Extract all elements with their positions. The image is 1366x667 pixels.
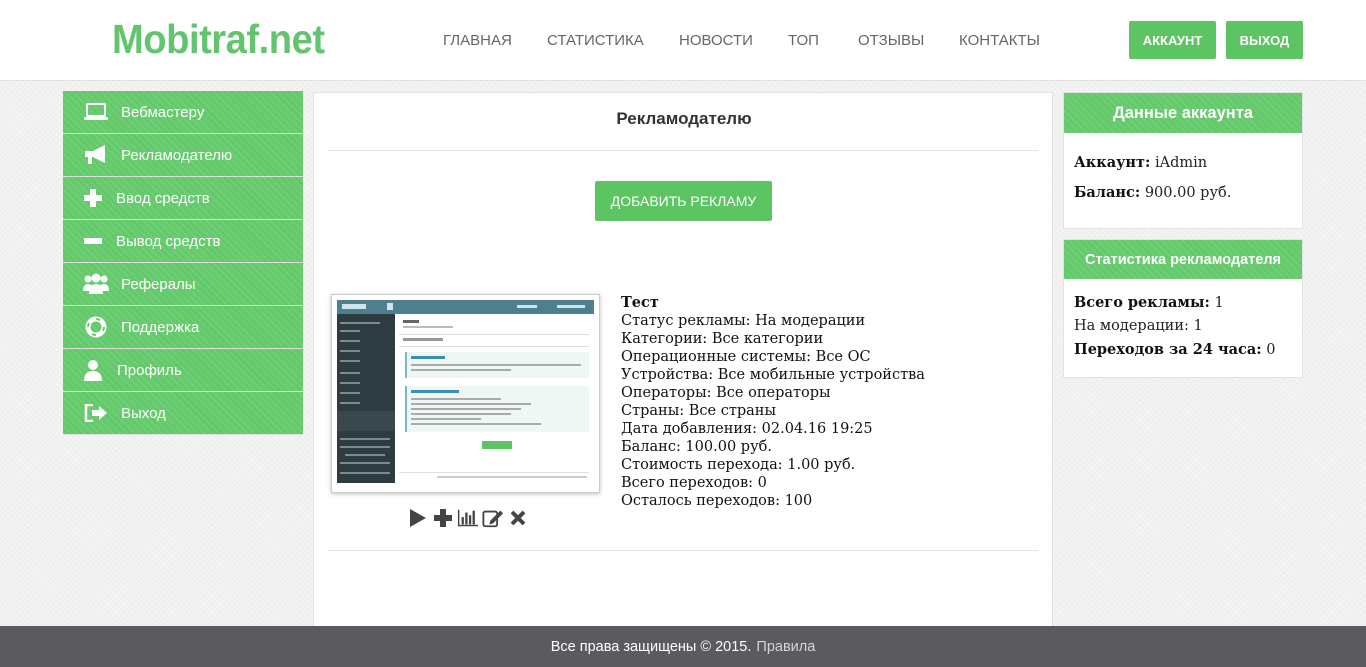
sidebar-item-label: Выход [121,404,166,422]
ad-click-cost: Стоимость перехода: 1.00 руб. [621,457,856,473]
divider [328,150,1038,151]
bar-chart-icon[interactable] [457,507,479,529]
balance-label: Баланс: [1074,184,1141,201]
plus-icon[interactable] [432,507,454,529]
sidebar-item-label: Вебмастеру [121,103,205,121]
lifebuoy-icon [81,316,111,338]
sidebar-item-webmaster[interactable]: Вебмастеру [63,91,303,133]
sidebar-item-support[interactable]: Поддержка [63,306,303,348]
ad-categories: Категории: Все категории [621,331,824,347]
nav-reviews[interactable]: ОТЗЫВЫ [858,32,924,49]
laptop-icon [81,103,111,121]
account-panel-body: Аккаунт: iAdmin Баланс: 900.00 руб. [1064,133,1302,222]
minus-icon [83,238,103,244]
sidebar-item-profile[interactable]: Профиль [63,349,303,391]
sidebar-item-deposit[interactable]: Ввод средств [63,177,303,219]
balance-value: 900.00 руб. [1144,185,1232,201]
header: Mobitraf.net ГЛАВНАЯ СТАТИСТИКА НОВОСТИ … [0,0,1366,81]
plus-icon [83,189,103,207]
clicks24-value: 0 [1266,342,1276,358]
ad-clicks-left: Осталось переходов: 100 [621,493,813,509]
nav-home[interactable]: ГЛАВНАЯ [443,32,512,49]
add-ad-button[interactable]: ДОБАВИТЬ РЕКЛАМУ [595,181,772,221]
account-label: Аккаунт: [1074,154,1151,171]
balance-row: Баланс: 900.00 руб. [1074,178,1292,208]
sidebar: Вебмастеру Рекламодателю Ввод средств Вы… [63,91,303,435]
copyright-text: Все права защищены © 2015. [550,638,752,655]
site-logo[interactable]: Mobitraf.net [112,16,325,63]
nav-news[interactable]: НОВОСТИ [679,32,753,49]
ad-total-clicks: Всего переходов: 0 [621,475,767,491]
users-icon [81,273,111,295]
account-value: iAdmin [1155,155,1208,171]
account-button[interactable]: АККАУНТ [1129,21,1216,59]
page-title: Рекламодателю [616,109,752,128]
moderation-value: 1 [1193,318,1203,334]
play-icon[interactable] [407,507,429,529]
total-ads-label: Всего рекламы: [1074,294,1210,311]
account-panel-title: Данные аккаунта [1064,93,1302,133]
ad-os: Операционные системы: Все ОС [621,349,871,365]
ad-operators: Операторы: Все операторы [621,385,831,401]
sidebar-item-label: Рекламодателю [121,146,233,164]
ad-thumbnail[interactable] [331,294,600,493]
ad-details: Тест Статус рекламы: На модерации Катего… [621,294,925,510]
sidebar-item-exit[interactable]: Выход [63,392,303,434]
sidebar-item-label: Ввод средств [116,189,210,207]
advertiser-stats-panel: Статистика рекламодателя Всего рекламы: … [1063,239,1303,378]
sidebar-item-label: Вывод средств [116,232,221,250]
megaphone-icon [81,144,111,166]
total-ads-row: Всего рекламы: 1 [1074,291,1292,315]
ad-date-added: Дата добавления: 02.04.16 19:25 [621,421,873,437]
sidebar-item-label: Рефералы [121,275,196,293]
main-content: Рекламодателю ДОБАВИТЬ РЕКЛАМУ Тест Стат… [313,92,1053,652]
stats-panel-title: Статистика рекламодателя [1064,240,1302,279]
sidebar-item-label: Поддержка [121,318,200,336]
ad-screenshot-preview [337,300,594,483]
account-panel: Данные аккаунта Аккаунт: iAdmin Баланс: … [1063,92,1303,229]
user-icon [82,359,104,381]
sidebar-item-withdraw[interactable]: Вывод средств [63,220,303,262]
rules-link[interactable]: Правила [756,639,815,655]
ad-name[interactable]: Тест [621,294,925,312]
ad-countries: Страны: Все страны [621,403,776,419]
close-icon[interactable] [507,507,529,529]
ad-balance: Баланс: 100.00 руб. [621,439,772,455]
edit-icon[interactable] [482,507,504,529]
nav-statistics[interactable]: СТАТИСТИКА [547,32,644,49]
divider [328,550,1038,551]
moderation-label: На модерации: [1074,318,1189,334]
clicks24-row: Переходов за 24 часа: 0 [1074,338,1292,362]
sign-out-icon [81,404,111,422]
sidebar-item-advertiser[interactable]: Рекламодателю [63,134,303,176]
ad-status: Статус рекламы: На модерации [621,313,866,329]
account-row: Аккаунт: iAdmin [1074,148,1292,178]
total-ads-value: 1 [1214,295,1224,311]
logout-button[interactable]: ВЫХОД [1226,21,1303,59]
nav-contacts[interactable]: КОНТАКТЫ [959,32,1040,49]
sidebar-item-label: Профиль [117,361,182,379]
nav-top[interactable]: ТОП [788,32,819,49]
ad-devices: Устройства: Все мобильные устройства [621,367,925,383]
sidebar-item-referrals[interactable]: Рефералы [63,263,303,305]
clicks24-label: Переходов за 24 часа: [1074,341,1262,358]
footer: Все права защищены © 2015. Правила [0,626,1366,667]
stats-panel-body: Всего рекламы: 1 На модерации: 1 Переход… [1064,279,1302,376]
ad-actions [407,507,529,529]
moderation-row: На модерации: 1 [1074,315,1292,338]
